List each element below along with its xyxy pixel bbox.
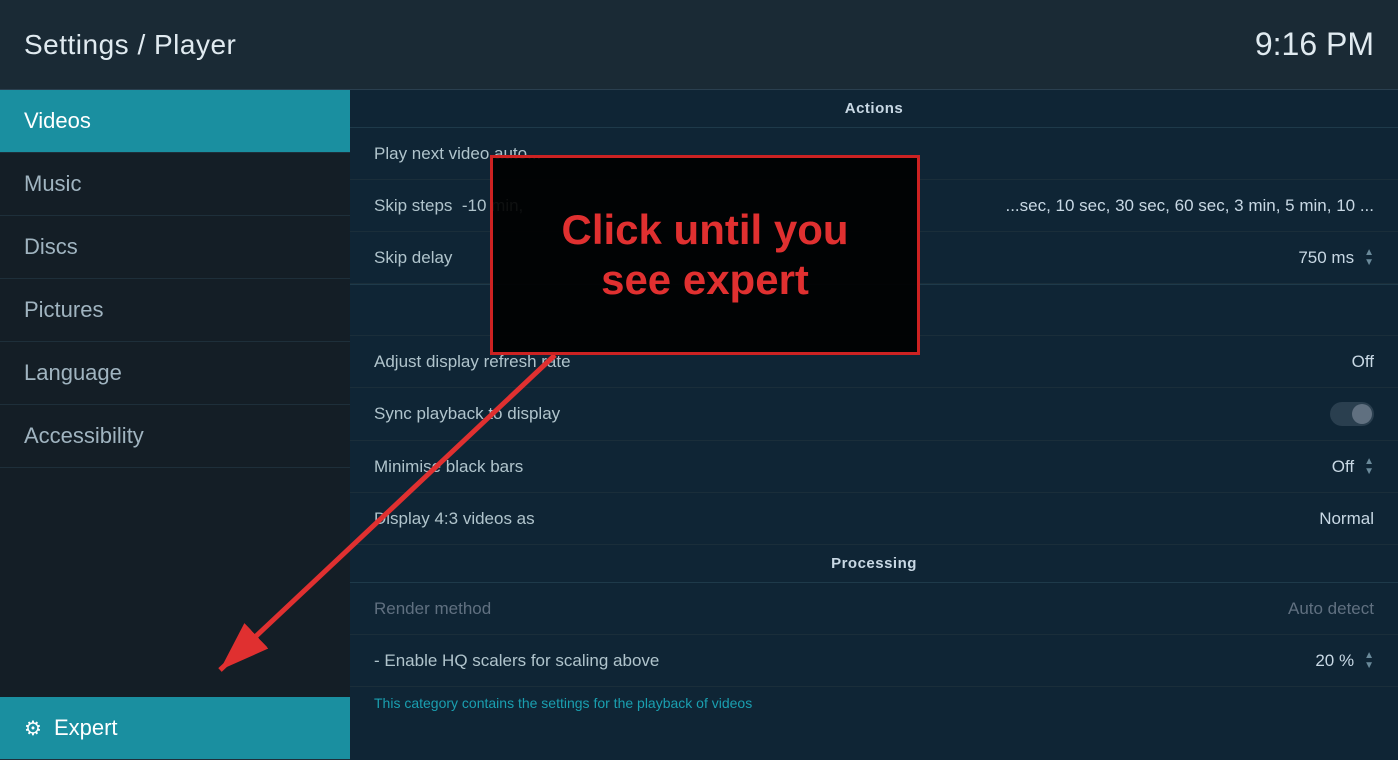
setting-label-render-method: Render method bbox=[374, 599, 1288, 619]
chevron-icon-skip-delay: ▲▼ bbox=[1364, 248, 1374, 268]
gear-icon: ⚙ bbox=[24, 716, 42, 741]
sidebar-label-music: Music bbox=[24, 171, 81, 197]
setting-row-hq-scalers[interactable]: - Enable HQ scalers for scaling above 20… bbox=[350, 635, 1398, 687]
chevron-icon-minimise-bars: ▲▼ bbox=[1364, 457, 1374, 477]
status-hint: This category contains the settings for … bbox=[350, 687, 1398, 719]
setting-value-sync-playback bbox=[1330, 402, 1374, 426]
section-header-processing: Processing bbox=[350, 545, 1398, 583]
setting-value-display-43: Normal bbox=[1319, 509, 1374, 529]
sidebar-label-discs: Discs bbox=[24, 234, 78, 260]
toggle-sync-playback[interactable] bbox=[1330, 402, 1374, 426]
section-header-actions: Actions bbox=[350, 90, 1398, 128]
setting-value-skip-delay: 750 ms ▲▼ bbox=[1298, 248, 1374, 268]
setting-label-display-43: Display 4:3 videos as bbox=[374, 509, 1319, 529]
setting-value-minimise-bars: Off ▲▼ bbox=[1332, 457, 1374, 477]
sidebar-label-language: Language bbox=[24, 360, 122, 386]
setting-value-adjust-display: Off bbox=[1352, 352, 1374, 372]
sidebar-label-videos: Videos bbox=[24, 108, 91, 134]
setting-label-hq-scalers: - Enable HQ scalers for scaling above bbox=[374, 651, 1315, 671]
sidebar-item-videos[interactable]: Videos bbox=[0, 90, 350, 153]
chevron-icon-hq-scalers: ▲▼ bbox=[1364, 651, 1374, 671]
sidebar-spacer bbox=[0, 468, 350, 697]
tooltip-text: Click until yousee expert bbox=[561, 205, 848, 306]
sidebar-item-expert[interactable]: ⚙ Expert bbox=[0, 697, 350, 760]
setting-row-sync-playback[interactable]: Sync playback to display bbox=[350, 388, 1398, 441]
sidebar-item-language[interactable]: Language bbox=[0, 342, 350, 405]
setting-row-minimise-bars[interactable]: Minimise black bars Off ▲▼ bbox=[350, 441, 1398, 493]
setting-label-sync-playback: Sync playback to display bbox=[374, 404, 1330, 424]
app-header: Settings / Player 9:16 PM bbox=[0, 0, 1398, 90]
setting-row-render-method[interactable]: Render method Auto detect bbox=[350, 583, 1398, 635]
clock: 9:16 PM bbox=[1255, 26, 1374, 63]
sidebar-item-discs[interactable]: Discs bbox=[0, 216, 350, 279]
sidebar-item-pictures[interactable]: Pictures bbox=[0, 279, 350, 342]
sidebar: Videos Music Discs Pictures Language Acc… bbox=[0, 90, 350, 760]
setting-value-skip-steps: ...sec, 10 sec, 30 sec, 60 sec, 3 min, 5… bbox=[1005, 196, 1374, 216]
page-title: Settings / Player bbox=[24, 29, 236, 61]
sidebar-label-accessibility: Accessibility bbox=[24, 423, 144, 449]
sidebar-item-music[interactable]: Music bbox=[0, 153, 350, 216]
annotation-tooltip: Click until yousee expert bbox=[490, 155, 920, 355]
sidebar-item-accessibility[interactable]: Accessibility bbox=[0, 405, 350, 468]
sidebar-label-expert: Expert bbox=[54, 715, 118, 741]
setting-value-render-method: Auto detect bbox=[1288, 599, 1374, 619]
setting-label-minimise-bars: Minimise black bars bbox=[374, 457, 1332, 477]
section-divider-label bbox=[374, 302, 378, 318]
setting-value-hq-scalers: 20 % ▲▼ bbox=[1315, 651, 1374, 671]
sidebar-label-pictures: Pictures bbox=[24, 297, 103, 323]
setting-row-display-43[interactable]: Display 4:3 videos as Normal bbox=[350, 493, 1398, 545]
